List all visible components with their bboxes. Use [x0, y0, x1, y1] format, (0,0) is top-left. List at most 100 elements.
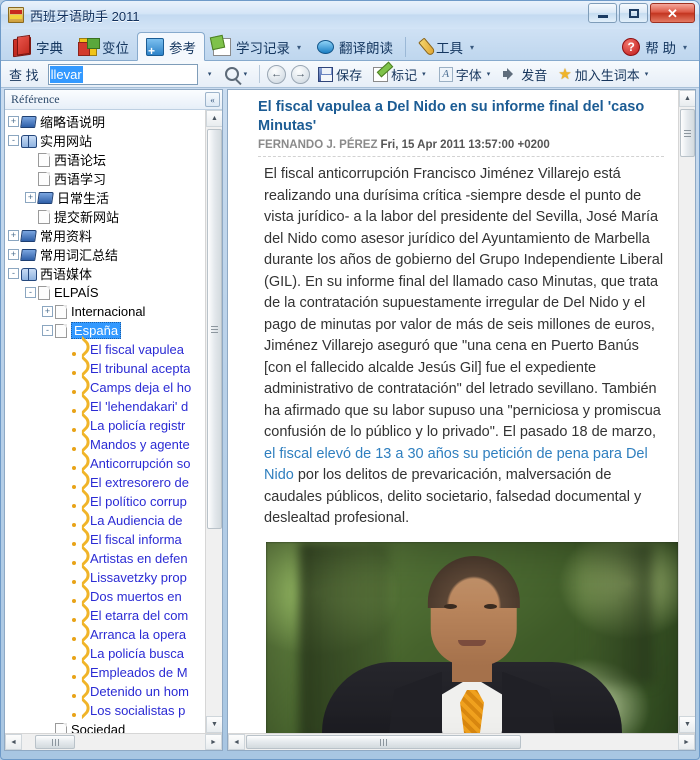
- expand-icon[interactable]: +: [8, 230, 19, 241]
- tree-item-label: 常用资料: [40, 229, 93, 244]
- scroll-right-button[interactable]: ►: [678, 734, 695, 750]
- tree-item[interactable]: El etarra del com: [5, 606, 205, 625]
- article-wrapper: El fiscal vapulea a Del Nido en su infor…: [228, 90, 695, 733]
- expand-icon[interactable]: +: [42, 306, 53, 317]
- chevron-down-icon[interactable]: ▾: [470, 43, 474, 52]
- tab-translate-read[interactable]: 翻译朗读: [309, 33, 401, 61]
- tab-study-record[interactable]: 学习记录 ▾: [205, 33, 309, 61]
- maximize-button[interactable]: [619, 3, 648, 23]
- tree-item[interactable]: + 常用资料: [5, 226, 205, 245]
- minimize-button[interactable]: [588, 3, 617, 23]
- scroll-down-button[interactable]: ▼: [206, 716, 222, 733]
- tree-item[interactable]: 西语学习: [5, 169, 205, 188]
- font-button[interactable]: A 字体 ▾: [436, 63, 496, 85]
- scroll-right-button[interactable]: ►: [205, 734, 222, 750]
- tree-item[interactable]: Detenido un hom: [5, 682, 205, 701]
- expand-icon[interactable]: +: [25, 192, 36, 203]
- tree-item[interactable]: Mandos y agente: [5, 435, 205, 454]
- grip-icon: [684, 129, 691, 137]
- tree-item[interactable]: Sociedad: [5, 720, 205, 733]
- scroll-left-button[interactable]: ◄: [5, 734, 22, 750]
- tree-item[interactable]: + 常用词汇总结: [5, 245, 205, 264]
- mark-button[interactable]: 标记 ▾: [370, 63, 431, 85]
- tree-item[interactable]: El 'lehendakari' d: [5, 397, 205, 416]
- collapse-panel-button[interactable]: «: [205, 92, 220, 107]
- pronounce-button[interactable]: 发音: [500, 63, 550, 85]
- article-hscrollbar-thumb[interactable]: [246, 735, 521, 749]
- chevron-down-icon: ▾: [422, 71, 426, 78]
- article-horizontal-scrollbar[interactable]: ◄ ►: [228, 733, 695, 750]
- tree-item[interactable]: El extresorero de: [5, 473, 205, 492]
- article-document[interactable]: El fiscal vapulea a Del Nido en su infor…: [228, 90, 678, 733]
- collapse-icon[interactable]: -: [8, 135, 19, 146]
- collapse-icon[interactable]: -: [25, 287, 36, 298]
- tree-item[interactable]: Artistas en defen: [5, 549, 205, 568]
- tree-item[interactable]: El fiscal vapulea: [5, 340, 205, 359]
- scroll-down-button[interactable]: ▼: [679, 716, 695, 733]
- search-history-dropdown[interactable]: ▾: [203, 64, 217, 85]
- tree-item[interactable]: + 缩略语说明: [5, 112, 205, 131]
- tree-item[interactable]: 提交新网站: [5, 207, 205, 226]
- collapse-icon[interactable]: -: [42, 325, 53, 336]
- tree-item-label: La policía registr: [90, 418, 186, 433]
- article-panel: El fiscal vapulea a Del Nido en su infor…: [227, 89, 696, 751]
- tree-hscrollbar-thumb[interactable]: [35, 735, 75, 749]
- tree-item[interactable]: Empleados de M: [5, 663, 205, 682]
- article-vertical-scrollbar[interactable]: ▲ ▼: [678, 90, 695, 733]
- tree-item[interactable]: Los socialistas p: [5, 701, 205, 720]
- scroll-left-button[interactable]: ◄: [228, 734, 245, 750]
- tree-vertical-scrollbar[interactable]: ▲ ▼: [205, 110, 222, 733]
- triangle-left-icon: ◄: [233, 738, 240, 746]
- save-button[interactable]: 保存: [315, 63, 365, 85]
- tree-item[interactable]: Camps deja el ho: [5, 378, 205, 397]
- tree-item[interactable]: Arranca la opera: [5, 625, 205, 644]
- tree-item[interactable]: + Internacional: [5, 302, 205, 321]
- tree-item[interactable]: - ELPAÍS: [5, 283, 205, 302]
- add-to-wordbook-button[interactable]: ★ 加入生词本 ▾: [555, 63, 653, 85]
- chevron-down-icon[interactable]: ▾: [683, 43, 687, 52]
- tree-item[interactable]: El tribunal acepta: [5, 359, 205, 378]
- tree-item[interactable]: + 日常生活: [5, 188, 205, 207]
- tab-dictionary[interactable]: 字典: [5, 33, 71, 61]
- back-button[interactable]: ←: [267, 64, 287, 84]
- page-icon: [55, 323, 67, 338]
- tab-help[interactable]: ? 帮 助 ▾: [614, 33, 695, 61]
- chevron-down-icon[interactable]: ▾: [297, 43, 301, 52]
- tree-horizontal-scrollbar[interactable]: ◄ ►: [5, 733, 222, 750]
- expand-icon[interactable]: +: [8, 249, 19, 260]
- tree-item-label: El fiscal vapulea: [90, 342, 184, 357]
- tree-item[interactable]: - España: [5, 321, 205, 340]
- tree-item[interactable]: La policía busca: [5, 644, 205, 663]
- triangle-up-icon: ▲: [211, 115, 218, 122]
- tab-conjugation[interactable]: 变位: [71, 33, 137, 61]
- tree-expander-empty: [59, 667, 70, 678]
- tree-item[interactable]: - 西语媒体: [5, 264, 205, 283]
- tree-item[interactable]: Anticorrupción so: [5, 454, 205, 473]
- close-button[interactable]: ✕: [650, 3, 695, 23]
- tab-tools[interactable]: 工具 ▾: [410, 33, 482, 61]
- tab-reference[interactable]: 参考: [137, 32, 205, 61]
- tree-item[interactable]: El político corrup: [5, 492, 205, 511]
- article-author: FERNANDO J. PÉREZ: [258, 139, 378, 151]
- scroll-up-button[interactable]: ▲: [679, 90, 695, 107]
- tree-item[interactable]: 西语论坛: [5, 150, 205, 169]
- tree-item-label: 西语论坛: [54, 153, 107, 168]
- tree-item[interactable]: - 实用网站: [5, 131, 205, 150]
- reference-tree[interactable]: + 缩略语说明 - 实用网站西语论坛 西语学习 + 日常生活 提交新网站 + 常用资料 + 常用词汇总…: [5, 110, 205, 733]
- tree-item[interactable]: El fiscal informa: [5, 530, 205, 549]
- forward-button[interactable]: →: [291, 64, 311, 84]
- collapse-icon[interactable]: -: [8, 268, 19, 279]
- scroll-up-button[interactable]: ▲: [206, 110, 222, 127]
- tree-item[interactable]: Lissavetzky prop: [5, 568, 205, 587]
- reference-panel: Référence « + 缩略语说明 - 实用网站 西语论坛 西语学习 + 日常生活 提交新网…: [4, 89, 223, 751]
- search-input[interactable]: llevar: [47, 63, 198, 85]
- find-toolbar: 查 找 llevar ▾ ▾ ← → 保存 标记 ▾ A 字体 ▾ 发音 ★ 加…: [1, 61, 699, 88]
- article-scrollbar-thumb[interactable]: [680, 109, 695, 157]
- wrench-icon: [418, 37, 436, 57]
- tree-item[interactable]: La policía registr: [5, 416, 205, 435]
- search-button[interactable]: ▾: [222, 63, 253, 85]
- tree-scrollbar-thumb[interactable]: [207, 129, 222, 529]
- tree-item[interactable]: Dos muertos en: [5, 587, 205, 606]
- tree-item[interactable]: La Audiencia de: [5, 511, 205, 530]
- expand-icon[interactable]: +: [8, 116, 19, 127]
